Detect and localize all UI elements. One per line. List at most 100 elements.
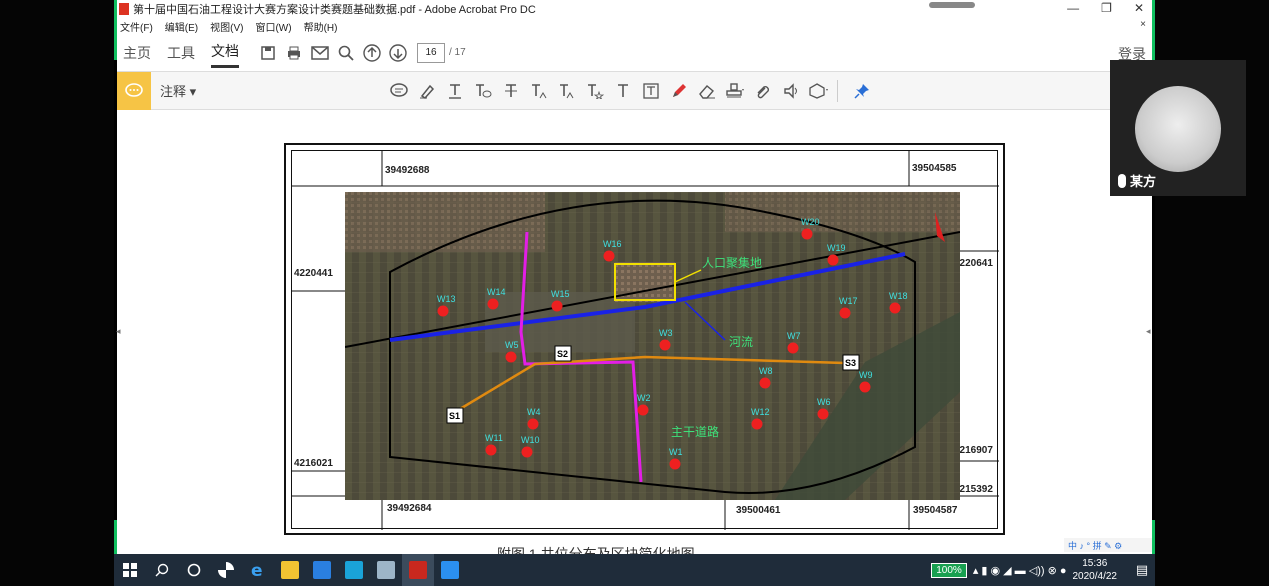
well-marker-w17 bbox=[839, 307, 851, 319]
edge-browser-icon[interactable]: e bbox=[242, 554, 274, 586]
menu-file[interactable]: 文件(F) bbox=[120, 19, 153, 34]
close-document-button[interactable]: × bbox=[1140, 19, 1146, 30]
pin-icon[interactable] bbox=[850, 78, 874, 104]
coord-bottom-right: 39504587 bbox=[913, 505, 958, 516]
eraser-icon[interactable] bbox=[695, 78, 719, 104]
search-icon[interactable] bbox=[146, 554, 178, 586]
clock[interactable]: 15:36 2020/4/22 bbox=[1073, 557, 1118, 583]
well-marker-w7 bbox=[787, 342, 799, 354]
window-title: 第十届中国石油工程设计大赛方案设计类赛题基础数据.pdf - Adobe Acr… bbox=[133, 4, 536, 16]
text-box-icon[interactable] bbox=[639, 78, 663, 104]
add-text-icon[interactable] bbox=[611, 78, 635, 104]
next-page-icon[interactable] bbox=[385, 40, 411, 66]
mail-icon[interactable] bbox=[306, 554, 338, 586]
prev-page-icon[interactable] bbox=[359, 40, 385, 66]
menu-edit[interactable]: 编辑(E) bbox=[165, 19, 198, 34]
tab-home[interactable]: 主页 bbox=[123, 39, 151, 67]
well-label-w19: W19 bbox=[827, 243, 846, 253]
add-note-to-text-icon[interactable] bbox=[583, 78, 607, 104]
system-tray: 100% ▴ ▮ ◉ ◢ ▬ ◁)) ⊗ ● 15:36 2020/4/22 ▤ bbox=[931, 554, 1155, 586]
acrobat-window: 第十届中国石油工程设计大赛方案设计类赛题基础数据.pdf - Adobe Acr… bbox=[117, 0, 1152, 554]
underline-text-icon[interactable] bbox=[443, 78, 467, 104]
satellite-map: W1 W2 W3 W4 W5 W6 W7 W8 W9 W10 W11 W12 W13 W14 W15 W16 W… bbox=[345, 192, 960, 500]
page-number-input[interactable]: 16 bbox=[417, 42, 445, 63]
right-scroll-arrow[interactable]: ◂ bbox=[1146, 326, 1151, 337]
file-explorer-icon[interactable] bbox=[274, 554, 306, 586]
battery-indicator[interactable]: 100% bbox=[931, 562, 967, 578]
well-marker-w14 bbox=[487, 298, 499, 310]
avatar bbox=[1135, 86, 1221, 172]
tab-document[interactable]: 文档 bbox=[211, 37, 239, 68]
pencil-icon[interactable] bbox=[667, 78, 691, 104]
menu-window[interactable]: 窗口(W) bbox=[255, 19, 291, 34]
well-label-w13: W13 bbox=[437, 294, 456, 304]
highlight-icon[interactable] bbox=[415, 78, 439, 104]
menu-help[interactable]: 帮助(H) bbox=[304, 19, 338, 34]
comment-icon[interactable] bbox=[117, 71, 151, 110]
comment-menu[interactable]: 注释 ▾ bbox=[160, 81, 196, 100]
well-label-w8: W8 bbox=[759, 366, 773, 376]
email-icon[interactable] bbox=[307, 40, 333, 66]
clock-date: 2020/4/22 bbox=[1072, 571, 1118, 582]
minimize-button[interactable]: — bbox=[1067, 1, 1079, 15]
save-icon[interactable] bbox=[255, 40, 281, 66]
sticky-note-icon[interactable] bbox=[387, 78, 411, 104]
taskbar: e 100% ▴ ▮ ◉ ◢ ▬ ◁)) ⊗ ● 15:36 2020/4/22… bbox=[114, 554, 1155, 586]
station-label-s1: S1 bbox=[449, 411, 460, 421]
well-marker-w9 bbox=[859, 381, 871, 393]
well-marker-w3 bbox=[659, 339, 671, 351]
ime-toolbar[interactable]: 中 ♪ ° 拼 ✎ ⚙ bbox=[1064, 538, 1152, 552]
left-scroll-arrow[interactable]: ◂ bbox=[116, 326, 121, 337]
station-label-s2: S2 bbox=[557, 349, 568, 359]
meeting-app-icon[interactable] bbox=[434, 554, 466, 586]
well-label-w4: W4 bbox=[527, 407, 541, 417]
insert-text-icon[interactable] bbox=[527, 78, 551, 104]
insert-at-cursor-icon[interactable] bbox=[555, 78, 579, 104]
well-label-w1: W1 bbox=[669, 447, 683, 457]
close-button[interactable]: ✕ bbox=[1134, 1, 1144, 15]
record-audio-icon[interactable] bbox=[779, 78, 803, 104]
well-label-w12: W12 bbox=[751, 407, 770, 417]
map-label-village: 人口聚集地 bbox=[702, 255, 762, 270]
print-icon[interactable] bbox=[281, 40, 307, 66]
menu-view[interactable]: 视图(V) bbox=[210, 19, 243, 34]
tab-bar: 主页 工具 文档 16 / 17 登录 bbox=[117, 34, 1152, 72]
comment-toolbar: 注释 ▾ bbox=[117, 71, 1152, 110]
tray-icons[interactable]: ▴ ▮ ◉ ◢ ▬ ◁)) ⊗ ● bbox=[973, 564, 1067, 577]
map-frame: 39492688 39504585 4220441 4220641 421602… bbox=[291, 150, 999, 530]
photos-icon[interactable] bbox=[370, 554, 402, 586]
share-border-right-lower bbox=[1152, 520, 1155, 554]
title-bar: 第十届中国石油工程设计大赛方案设计类赛题基础数据.pdf - Adobe Acr… bbox=[117, 0, 1152, 18]
well-label-w20: W20 bbox=[801, 217, 820, 227]
well-label-w3: W3 bbox=[659, 328, 673, 338]
shapes-icon[interactable] bbox=[807, 78, 831, 104]
map-figure: 39492688 39504585 4220441 4220641 421602… bbox=[284, 143, 1005, 535]
webcam-preview: 某方 bbox=[1110, 60, 1246, 196]
replace-text-icon[interactable] bbox=[471, 78, 495, 104]
l-app-icon[interactable] bbox=[338, 554, 370, 586]
attach-file-icon[interactable] bbox=[751, 78, 775, 104]
search-icon[interactable] bbox=[333, 40, 359, 66]
acrobat-taskbar-icon[interactable] bbox=[402, 554, 434, 586]
well-label-w11: W11 bbox=[485, 433, 503, 443]
document-view[interactable]: 39492688 39504585 4220441 4220641 421602… bbox=[117, 110, 1152, 554]
stamp-icon[interactable] bbox=[723, 78, 747, 104]
well-label-w15: W15 bbox=[551, 289, 570, 299]
well-marker-w11 bbox=[485, 444, 497, 456]
well-marker-w18 bbox=[889, 302, 901, 314]
tab-tools[interactable]: 工具 bbox=[167, 39, 195, 67]
svg-text:e: e bbox=[251, 561, 263, 579]
strikethrough-icon[interactable] bbox=[499, 78, 523, 104]
menu-bar: 文件(F) 编辑(E) 视图(V) 窗口(W) 帮助(H) × bbox=[117, 18, 1152, 34]
task-view-icon[interactable] bbox=[178, 554, 210, 586]
well-marker-w12 bbox=[751, 418, 763, 430]
app-icon-pinwheel[interactable] bbox=[210, 554, 242, 586]
well-marker-w6 bbox=[817, 408, 829, 420]
well-label-w16: W16 bbox=[603, 239, 622, 249]
windows-start-icon[interactable] bbox=[114, 554, 146, 586]
maximize-button[interactable]: ❐ bbox=[1101, 1, 1112, 15]
participant-label: 某方 bbox=[1118, 171, 1156, 190]
toolbar-separator bbox=[837, 80, 838, 102]
notification-icon[interactable]: ▤ bbox=[1129, 562, 1155, 578]
well-label-w17: W17 bbox=[839, 296, 858, 306]
